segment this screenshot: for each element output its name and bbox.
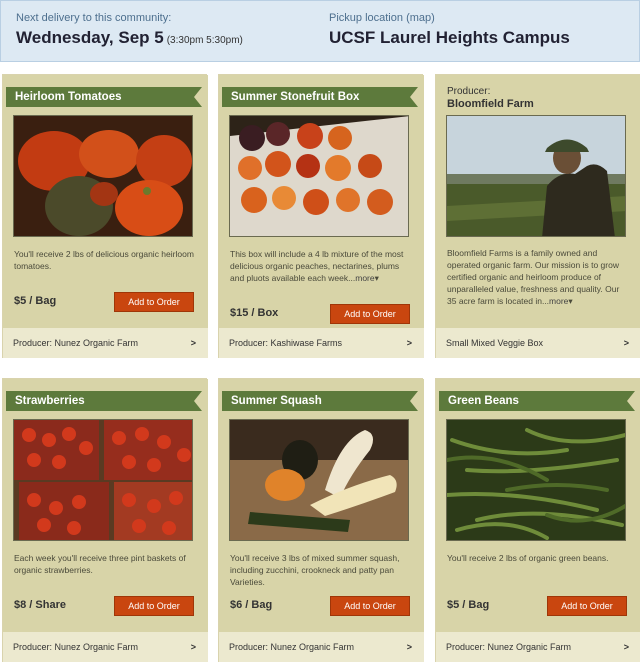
producer-link-label: Producer: Nunez Organic Farm	[229, 642, 355, 652]
product-price: $6 / Bag	[230, 599, 273, 611]
producer-name: Bloomfield Farm	[447, 98, 534, 110]
more-link[interactable]: more	[549, 296, 568, 306]
producer-link[interactable]: Producer: Nunez Organic Farm >	[436, 632, 640, 662]
producer-link[interactable]: Producer: Kashiwase Farms >	[219, 328, 424, 358]
chevron-right-icon: >	[623, 642, 629, 652]
producer-description-text: Bloomfield Farms is a family owned and o…	[447, 248, 620, 306]
producer-label: Producer:	[447, 86, 491, 97]
producer-link-label: Producer: Nunez Organic Farm	[446, 642, 572, 652]
product-title: Green Beans	[439, 391, 635, 411]
squash-photo	[229, 419, 409, 541]
product-card-strawberries: Strawberries Each week you'll receive th…	[2, 378, 208, 662]
delivery-date: Wednesday, Sep 5	[16, 28, 164, 47]
producer-link-label: Producer: Nunez Organic Farm	[13, 338, 139, 348]
product-title: Strawberries	[6, 391, 202, 411]
pickup-location: UCSF Laurel Heights Campus	[329, 28, 570, 47]
add-to-order-button[interactable]: Add to Order	[547, 596, 627, 616]
product-card-green-beans: Green Beans You'll receive 2 lbs of orga…	[435, 378, 640, 662]
producer-link[interactable]: Producer: Nunez Organic Farm >	[3, 328, 208, 358]
more-link[interactable]: more	[355, 273, 374, 283]
next-delivery-block: Next delivery to this community: Wednesd…	[16, 11, 243, 51]
pickup-block: Pickup location (map) UCSF Laurel Height…	[329, 11, 570, 48]
product-description: You'll receive 2 lbs of delicious organi…	[14, 249, 194, 271]
product-description: You'll receive 3 lbs of mixed summer squ…	[230, 553, 400, 587]
producer-link-label: Producer: Nunez Organic Farm	[13, 642, 139, 652]
pickup-label: Pickup location	[329, 12, 403, 24]
producer-link-label: Producer: Kashiwase Farms	[229, 338, 343, 348]
product-price: $5 / Bag	[14, 295, 57, 307]
stonefruit-photo	[229, 115, 409, 237]
pickup-label-line: Pickup location (map)	[329, 11, 570, 25]
delivery-date-line: Wednesday, Sep 5 (3:30pm 5:30pm)	[16, 28, 243, 51]
veggie-box-link-label: Small Mixed Veggie Box	[446, 338, 544, 348]
add-to-order-button[interactable]: Add to Order	[330, 596, 410, 616]
product-price: $8 / Share	[14, 599, 66, 611]
product-card-stonefruit-box: Summer Stonefruit Box This box will incl…	[218, 74, 424, 358]
delivery-header: Next delivery to this community: Wednesd…	[0, 0, 640, 62]
producer-description: Bloomfield Farms is a family owned and o…	[447, 247, 631, 307]
producer-heading: Producer: Bloomfield Farm	[447, 85, 534, 111]
tomatoes-photo	[13, 115, 193, 237]
strawberries-photo	[13, 419, 193, 541]
producer-link[interactable]: Producer: Nunez Organic Farm >	[3, 632, 208, 662]
chevron-right-icon: >	[406, 338, 412, 348]
product-title: Summer Stonefruit Box	[222, 87, 418, 107]
pickup-map-link[interactable]: (map)	[406, 12, 435, 24]
chevron-right-icon: >	[190, 338, 196, 348]
caret-down-icon: ▾	[374, 273, 379, 283]
chevron-right-icon: >	[406, 642, 412, 652]
product-card-heirloom-tomatoes: Heirloom Tomatoes You'll receive 2 lbs o…	[2, 74, 208, 358]
producer-card-bloomfield: Producer: Bloomfield Farm Bloomfield Far…	[435, 74, 640, 358]
add-to-order-button[interactable]: Add to Order	[114, 292, 194, 312]
product-title: Summer Squash	[222, 391, 418, 411]
add-to-order-button[interactable]: Add to Order	[114, 596, 194, 616]
product-description: You'll receive 2 lbs of organic green be…	[447, 553, 609, 563]
product-description: This box will include a 4 lb mixture of …	[230, 248, 414, 284]
product-description: Each week you'll receive three pint bask…	[14, 553, 186, 575]
farmer-photo	[446, 115, 626, 237]
green-beans-photo	[446, 419, 626, 541]
product-card-summer-squash: Summer Squash You'll receive 3 lbs of mi…	[218, 378, 424, 662]
caret-down-icon: ▾	[568, 296, 573, 306]
delivery-times: (3:30pm 5:30pm)	[166, 35, 243, 46]
chevron-right-icon: >	[190, 642, 196, 652]
chevron-right-icon: >	[623, 338, 629, 348]
product-title: Heirloom Tomatoes	[6, 87, 202, 107]
next-delivery-label: Next delivery to this community:	[16, 12, 172, 24]
veggie-box-link[interactable]: Small Mixed Veggie Box >	[436, 328, 640, 358]
producer-link[interactable]: Producer: Nunez Organic Farm >	[219, 632, 424, 662]
product-price: $5 / Bag	[447, 599, 490, 611]
product-price: $15 / Box	[230, 307, 279, 319]
add-to-order-button[interactable]: Add to Order	[330, 304, 410, 324]
